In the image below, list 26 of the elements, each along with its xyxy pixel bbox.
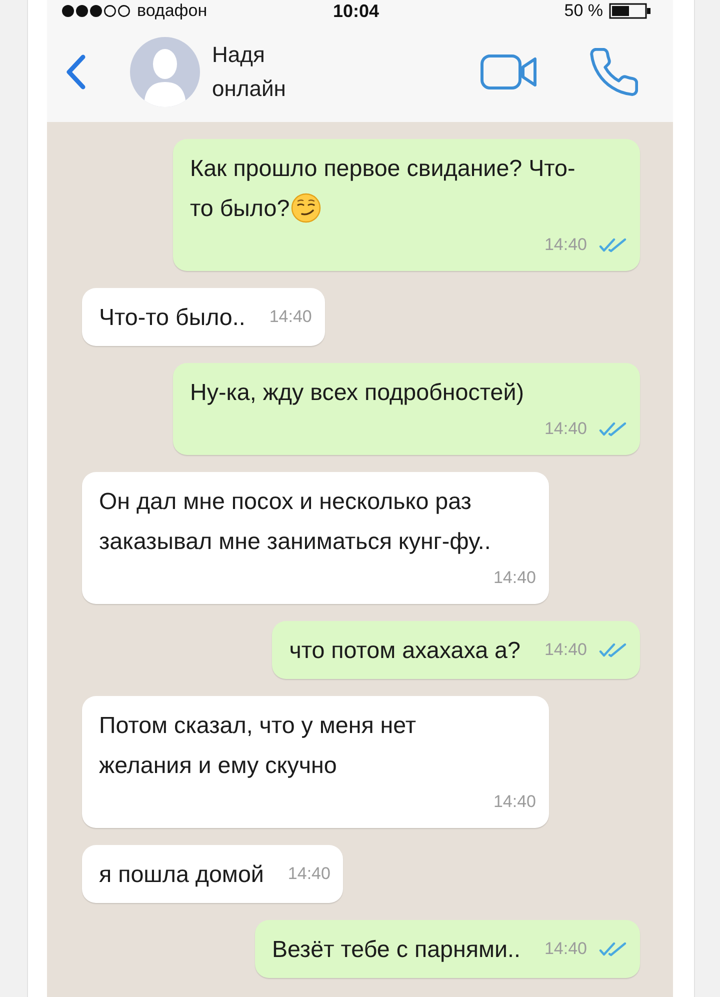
message-text: Потом сказал, что у меня нет желания и ему скучно bbox=[99, 712, 416, 778]
message-time: 14:40 bbox=[288, 864, 330, 884]
contact-name[interactable]: Надя bbox=[212, 38, 265, 72]
message-text: Ну-ка, жду всех подробностей) bbox=[190, 379, 524, 405]
message-text: что потом ахахаха а? bbox=[289, 637, 520, 663]
message-text: Что-то было.. bbox=[99, 304, 246, 330]
video-camera-icon[interactable] bbox=[480, 54, 538, 90]
battery-percent: 50 % bbox=[564, 1, 603, 21]
carrier-name: водафон bbox=[137, 1, 208, 21]
back-icon[interactable] bbox=[65, 54, 87, 90]
message-time: 14:40 bbox=[544, 939, 587, 959]
message-time: 14:40 bbox=[493, 568, 536, 588]
signal-strength-icon bbox=[61, 4, 131, 18]
message-text: я пошла домой bbox=[99, 861, 264, 887]
message-text: Как прошло первое свидание? Что-то было? bbox=[190, 155, 576, 221]
status-time: 10:04 bbox=[332, 0, 380, 22]
battery-icon bbox=[608, 3, 651, 19]
message-time: 14:40 bbox=[269, 307, 312, 327]
message-text: Он дал мне посох и несколько раз заказывал мне заниматься кунг-фу.. bbox=[99, 488, 491, 554]
message-time: 14:40 bbox=[544, 640, 587, 660]
phone-icon[interactable] bbox=[590, 48, 638, 96]
message-time: 14:40 bbox=[544, 235, 587, 255]
message-time: 14:40 bbox=[544, 419, 587, 439]
message-text: Везёт тебе с парнями.. bbox=[272, 936, 520, 962]
contact-status: онлайн bbox=[212, 75, 286, 103]
message-time: 14:40 bbox=[493, 792, 536, 812]
